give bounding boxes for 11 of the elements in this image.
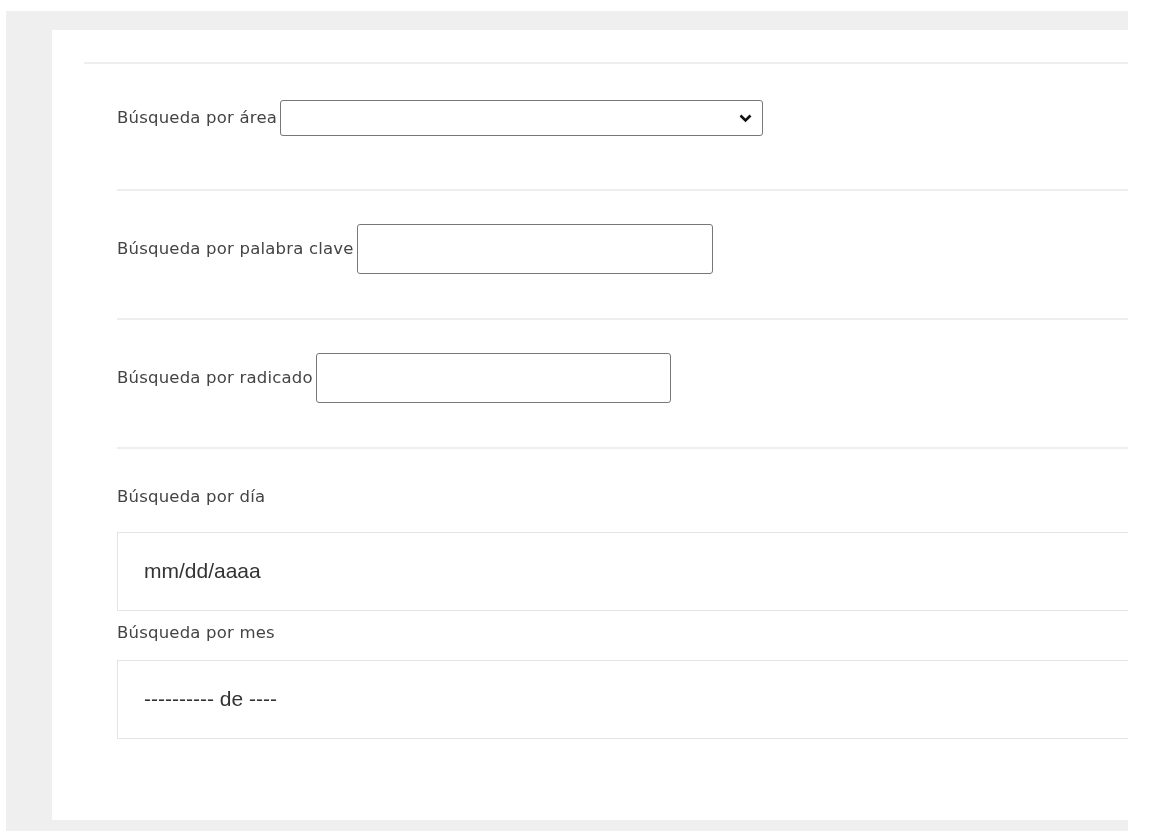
input-field[interactable]	[356, 224, 713, 274]
month-field[interactable]: ---------- de ----	[117, 659, 1128, 739]
input-field[interactable]	[315, 353, 671, 403]
field-label: Búsqueda por área	[117, 106, 278, 129]
field-label: Búsqueda por día	[117, 486, 266, 508]
area-dropdown[interactable]	[280, 100, 764, 136]
field-label: Búsqueda por radicado	[117, 366, 313, 389]
date-field[interactable]: mm/dd/aaaa	[117, 531, 1128, 611]
field-label: Búsqueda por palabra clave	[117, 237, 354, 260]
field-label: Búsqueda por mes	[117, 621, 275, 644]
chevron-down-icon	[739, 113, 753, 123]
